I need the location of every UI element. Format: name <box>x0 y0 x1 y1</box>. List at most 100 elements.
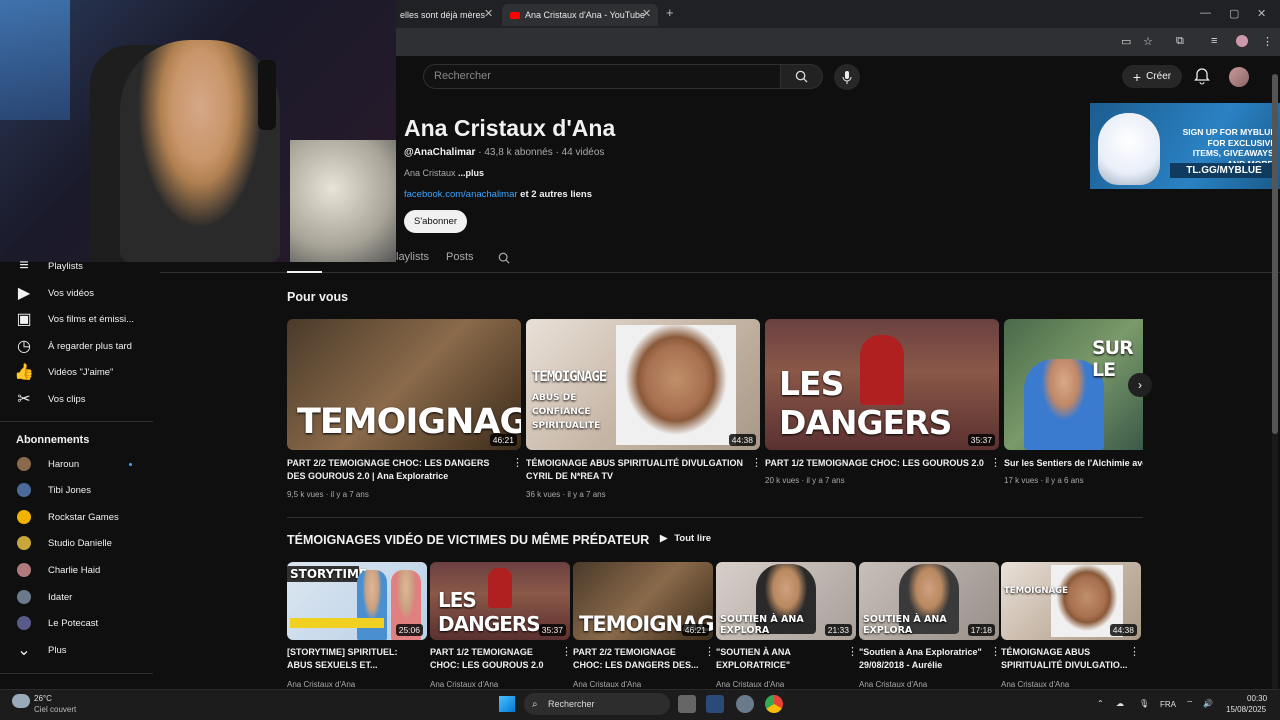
section-divider <box>287 517 1143 518</box>
more-options-icon[interactable]: ⋮ <box>561 645 572 658</box>
more-options-icon[interactable]: ⋮ <box>1129 645 1140 658</box>
more-options-icon[interactable]: ⋮ <box>704 645 715 658</box>
close-window-icon[interactable]: ✕ <box>1257 7 1266 20</box>
video-title[interactable]: "Soutien à Ana Exploratrice" 29/08/2018 … <box>859 646 987 672</box>
sub-item-tibi-jones[interactable]: Tibi Jones <box>0 477 155 503</box>
more-options-icon[interactable]: ⋮ <box>847 645 858 658</box>
video-title[interactable]: TÉMOIGNAGE ABUS SPIRITUALITÉ DIVULGATIO.… <box>1001 646 1129 672</box>
ad-banner[interactable]: SIGN UP FOR MYBLUE FOR EXCLUSIVE ITEMS, … <box>1090 103 1280 189</box>
channel-description[interactable]: Ana Cristaux ...plus <box>404 168 484 178</box>
chevron-up-icon[interactable]: ⌃ <box>1097 699 1104 708</box>
sidebar-item-your-videos[interactable]: ▶ Vos vidéos <box>0 280 155 306</box>
task-view-icon[interactable] <box>678 695 696 713</box>
scrollbar[interactable] <box>1272 74 1278 689</box>
wifi-icon[interactable]: ⌔ <box>1186 699 1194 709</box>
sub-item-rockstar-games[interactable]: Rockstar Games <box>0 504 155 530</box>
minimize-icon[interactable]: — <box>1200 7 1211 19</box>
sub-item-haroun[interactable]: Haroun <box>0 451 155 477</box>
video-title[interactable]: PART 1/2 TEMOIGNAGE CHOC: LES GOUROUS 2.… <box>430 646 558 672</box>
video-thumbnail[interactable]: LES DANGERS 35:37 <box>430 562 570 640</box>
more-link[interactable]: ...plus <box>458 168 484 178</box>
more-options-icon[interactable]: ⋮ <box>512 456 523 469</box>
playlists-icon: ≡ <box>19 257 29 274</box>
more-options-icon[interactable]: ⋮ <box>751 456 762 469</box>
avatar[interactable] <box>1229 67 1249 87</box>
watch-later-icon: ◷ <box>17 338 31 355</box>
sub-item-le-potecast[interactable]: Le Potecast <box>0 610 155 636</box>
close-icon[interactable]: ✕ <box>484 7 493 20</box>
subscribe-button[interactable]: S'abonner <box>404 210 467 233</box>
video-thumbnail[interactable]: TEMOIGNAGE 46:21 <box>573 562 713 640</box>
settings-gear-icon[interactable] <box>736 695 754 713</box>
video-thumbnail[interactable]: TEMOIGNAGE 46:21 <box>287 319 521 450</box>
chrome-icon[interactable] <box>765 695 783 713</box>
more-options-icon[interactable]: ⋮ <box>990 645 1001 658</box>
webcam-overlay <box>0 0 396 262</box>
sidebar-item-playlists[interactable]: ≡ Playlists <box>0 253 155 279</box>
next-arrow-button[interactable]: › <box>1128 373 1152 397</box>
search-button[interactable] <box>781 64 823 89</box>
facebook-link[interactable]: facebook.com/anachalimar <box>404 189 518 200</box>
section-title-playlist: TÉMOIGNAGES VIDÉO DE VICTIMES DU MÊME PR… <box>287 533 650 547</box>
new-tab-button[interactable]: + <box>666 5 674 20</box>
video-thumbnail[interactable]: SUR LE <box>1004 319 1143 450</box>
extensions-icon[interactable]: ⧉ <box>1176 35 1184 48</box>
video-thumbnail[interactable]: LES DANGERS 35:37 <box>765 319 999 450</box>
weather-desc[interactable]: Ciel couvert <box>34 705 76 714</box>
bookmark-star-icon[interactable]: ☆ <box>1143 35 1153 48</box>
channel-stats: · 43,8 k abonnés · 44 vidéos <box>475 147 605 158</box>
close-icon[interactable]: ✕ <box>642 7 651 20</box>
clock-date[interactable]: 15/08/2025 <box>1226 705 1266 714</box>
video-title[interactable]: Sur les Sentiers de l'Alchimie avec <box>1004 457 1143 470</box>
sub-item-idater[interactable]: Idater <box>0 584 155 610</box>
maximize-icon[interactable]: ▢ <box>1229 7 1239 20</box>
video-channel: Ana Cristaux d'Ana <box>430 680 499 689</box>
video-thumbnail[interactable]: TEMOIGNAGE ABUS DE CONFIANCE SPIRITUALIT… <box>526 319 760 450</box>
video-thumbnail[interactable]: SOUTIEN À ANA EXPLORA 21:33 <box>716 562 856 640</box>
windows-start-icon[interactable] <box>499 696 515 712</box>
clock-time[interactable]: 00:30 <box>1247 694 1267 703</box>
video-title[interactable]: PART 2/2 TEMOIGNAGE CHOC: LES DANGERS DE… <box>287 457 507 483</box>
sidebar-divider <box>0 673 153 674</box>
tab-posts[interactable]: Posts <box>446 251 474 263</box>
volume-icon[interactable]: 🔊 <box>1203 699 1213 708</box>
channel-search-icon[interactable] <box>498 252 510 264</box>
tab-playlists[interactable]: laylists <box>396 251 429 263</box>
other-links[interactable]: et 2 autres liens <box>518 189 592 200</box>
browser-tab-2[interactable]: Ana Cristaux d'Ana - YouTube <box>502 4 658 26</box>
voice-search-button[interactable] <box>834 64 860 90</box>
video-thumbnail[interactable]: SOUTIEN À ANA EXPLORA 17:18 <box>859 562 999 640</box>
create-button[interactable]: + Créer <box>1122 65 1182 88</box>
search-input[interactable]: Rechercher <box>423 64 781 89</box>
sidebar-more-button[interactable]: ⌄ Plus <box>0 637 155 663</box>
sidebar-item-watch-later[interactable]: ◷ À regarder plus tard <box>0 333 155 359</box>
reading-list-icon[interactable]: ≡ <box>1211 35 1217 47</box>
video-thumbnail[interactable]: TEMOIGNAGE 44:38 <box>1001 562 1141 640</box>
play-all-button[interactable]: ▶ Tout lire <box>660 533 711 544</box>
sidebar-item-movies[interactable]: ▣ Vos films et émissi... <box>0 306 155 332</box>
menu-icon[interactable]: ⋮ <box>1262 35 1273 48</box>
terminal-icon[interactable] <box>706 695 724 713</box>
channel-links[interactable]: facebook.com/anachalimar et 2 autres lie… <box>404 189 592 200</box>
video-title[interactable]: [STORYTIME] SPIRITUEL: ABUS SEXUELS ET..… <box>287 646 415 672</box>
sidebar-item-liked[interactable]: 👍 Vidéos "J'aime" <box>0 359 155 385</box>
notifications-bell-icon[interactable] <box>1193 67 1211 85</box>
video-title[interactable]: "SOUTIEN À ANA EXPLORATRICE" CHRISTEL... <box>716 646 844 672</box>
active-tab-underline <box>287 271 322 273</box>
video-title[interactable]: TÉMOIGNAGE ABUS SPIRITUALITÉ DIVULGATION… <box>526 457 746 483</box>
sub-item-charlie-haid[interactable]: Charlie Haid <box>0 557 155 583</box>
language-indicator[interactable]: FRA <box>1160 700 1176 709</box>
chevron-right-icon: › <box>1138 378 1142 392</box>
video-thumbnail[interactable]: STORYTIME 25:06 <box>287 562 427 640</box>
sidebar-item-clips[interactable]: ✂ Vos clips <box>0 386 155 412</box>
weather-temp[interactable]: 26°C <box>34 694 52 703</box>
profile-icon[interactable] <box>1236 35 1248 47</box>
more-options-icon[interactable]: ⋮ <box>990 456 1001 469</box>
scrollbar-thumb[interactable] <box>1272 74 1278 434</box>
video-title[interactable]: PART 2/2 TEMOIGNAGE CHOC: LES DANGERS DE… <box>573 646 701 672</box>
taskbar-search[interactable]: ⌕ Rechercher <box>524 693 670 715</box>
microphone-icon[interactable]: 🎙 <box>1139 699 1149 708</box>
cloud-sync-icon[interactable]: ☁ <box>1116 699 1124 708</box>
cast-icon[interactable]: ▭ <box>1121 35 1131 48</box>
sub-item-studio-danielle[interactable]: Studio Danielle <box>0 530 155 556</box>
